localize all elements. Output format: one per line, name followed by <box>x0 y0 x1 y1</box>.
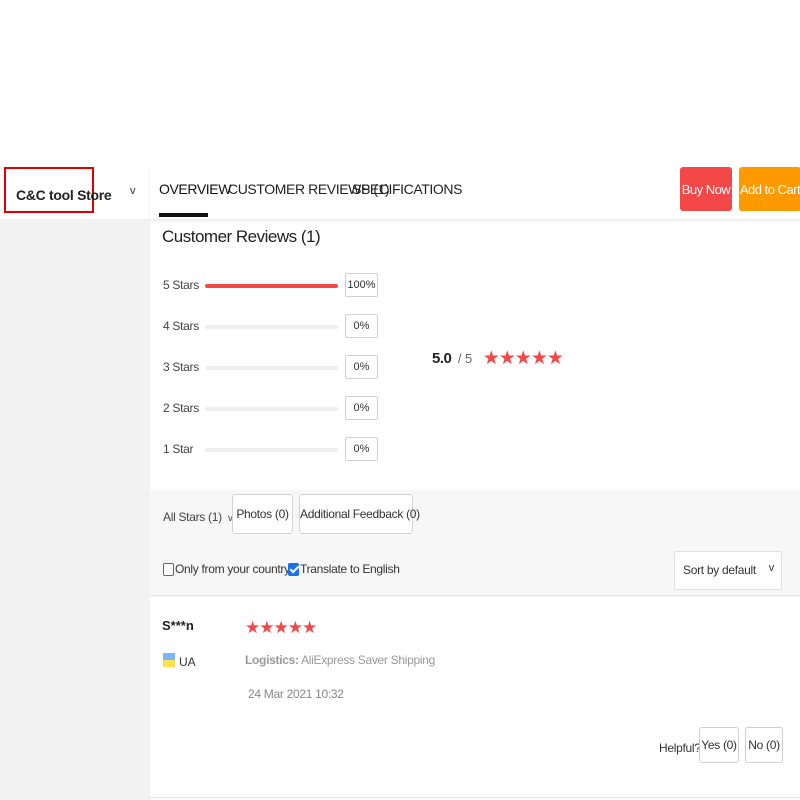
rating-bar <box>205 366 338 370</box>
rating-percent: 0% <box>345 314 378 338</box>
rating-percent: 0% <box>345 355 378 379</box>
reviews-section: Customer Reviews (1) 5 Stars 100% 4 Star… <box>150 219 800 800</box>
chevron-down-icon: v <box>768 562 775 574</box>
translate-checkbox[interactable] <box>288 563 299 576</box>
star-rating-icon: ★★★★★ <box>245 618 317 637</box>
all-stars-label: All Stars (1) <box>163 510 222 524</box>
sort-select[interactable]: Sort by default v <box>674 551 782 590</box>
only-country-checkbox[interactable] <box>163 563 174 576</box>
left-sidebar: C&C tool Store v <box>0 165 150 800</box>
rating-label: 5 Stars <box>163 278 199 292</box>
top-blank-area <box>0 0 800 165</box>
product-nav-bar: OVERVIEW CUSTOMER REVIEWS (1) SPECIFICAT… <box>150 165 800 219</box>
rating-percent: 100% <box>345 273 378 297</box>
reviewer-country: UA <box>179 655 196 669</box>
sort-select-value: Sort by default <box>683 563 756 577</box>
only-country-label[interactable]: Only from your country <box>175 562 290 576</box>
rating-row-2: 2 Stars 0% <box>163 396 393 422</box>
overall-rating: 5.0 / 5 ★★★★★ <box>432 347 564 370</box>
ukraine-flag-icon <box>163 653 175 667</box>
star-rating-icon: ★★★★★ <box>482 348 564 369</box>
overall-out-of: / 5 <box>457 351 473 366</box>
rating-bar <box>205 325 338 329</box>
rating-bar <box>205 284 338 288</box>
helpful-label: Helpful? <box>659 741 701 755</box>
active-tab-indicator <box>159 213 208 217</box>
rating-label: 4 Stars <box>163 319 199 333</box>
rating-row-4: 4 Stars 0% <box>163 314 393 340</box>
review-date: 24 Mar 2021 10:32 <box>248 687 344 701</box>
reviewer-name: S***n <box>162 618 194 633</box>
overall-score: 5.0 <box>432 350 452 367</box>
rating-row-1: 1 Star 0% <box>163 437 393 463</box>
tab-specifications[interactable]: SPECIFICATIONS <box>352 181 462 197</box>
helpful-no-button[interactable]: No (0) <box>745 727 783 763</box>
rating-bar-fill <box>205 284 338 288</box>
rating-percent: 0% <box>345 437 378 461</box>
photos-filter-button[interactable]: Photos (0) <box>232 494 293 534</box>
review-filter-bar: All Stars (1) v Photos (0) Additional Fe… <box>150 490 800 597</box>
rating-label: 2 Stars <box>163 401 199 415</box>
divider <box>150 797 800 798</box>
rating-percent: 0% <box>345 396 378 420</box>
helpful-yes-button[interactable]: Yes (0) <box>699 727 739 763</box>
rating-row-5: 5 Stars 100% <box>163 273 393 299</box>
rating-bar <box>205 448 338 452</box>
buy-now-button[interactable]: Buy Now <box>680 167 732 211</box>
logistics-label: Logistics: <box>245 653 299 667</box>
chevron-down-icon[interactable]: v <box>130 185 136 197</box>
add-to-cart-button[interactable]: Add to Cart <box>739 167 800 211</box>
logistics-value: AliExpress Saver Shipping <box>301 653 435 667</box>
reviews-title: Customer Reviews (1) <box>162 227 321 246</box>
additional-feedback-button[interactable]: Additional Feedback (0) <box>299 494 420 534</box>
store-name-link[interactable]: C&C tool Store <box>4 167 112 213</box>
rating-row-3: 3 Stars 0% <box>163 355 393 381</box>
translate-label[interactable]: Translate to English <box>300 562 400 576</box>
rating-label: 3 Stars <box>163 360 199 374</box>
all-stars-dropdown[interactable]: All Stars (1) v <box>163 510 233 524</box>
rating-bar <box>205 407 338 411</box>
tab-overview[interactable]: OVERVIEW <box>159 181 231 197</box>
logistics-info: Logistics: AliExpress Saver Shipping <box>245 653 435 667</box>
rating-label: 1 Star <box>163 442 194 456</box>
store-name: C&C tool Store <box>16 187 112 203</box>
divider <box>150 595 800 596</box>
